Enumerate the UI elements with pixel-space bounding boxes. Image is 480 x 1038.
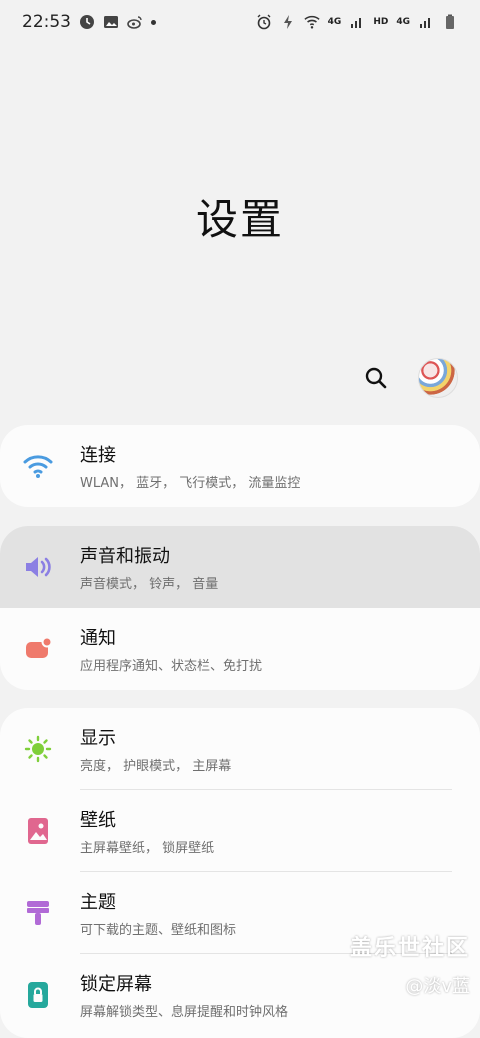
search-icon bbox=[365, 367, 387, 389]
settings-item-connections[interactable]: 连接 WLAN， 蓝牙， 飞行模式， 流量监控 bbox=[0, 425, 480, 507]
status-bar: 22:53 4G HD 4G bbox=[0, 0, 480, 44]
settings-item-subtitle: 亮度， 护眼模式， 主屏幕 bbox=[80, 759, 232, 774]
search-button[interactable] bbox=[356, 358, 396, 398]
settings-item-title: 壁纸 bbox=[80, 810, 116, 831]
settings-item-subtitle: WLAN， 蓝牙， 飞行模式， 流量监控 bbox=[80, 476, 301, 491]
page-title: 设置 bbox=[195, 195, 284, 244]
settings-item-subtitle: 主屏幕壁纸， 锁屏壁纸 bbox=[80, 841, 215, 856]
settings-group-sound-notifications: 声音和振动 声音模式， 铃声， 音量 通知 应用程序通知、状态栏、免打扰 bbox=[0, 526, 480, 690]
network-type-label-2: 4G bbox=[396, 17, 410, 27]
signal-icon-2 bbox=[418, 14, 434, 30]
settings-item-subtitle: 声音模式， 铃声， 音量 bbox=[80, 577, 219, 592]
status-bar-right: 4G HD 4G bbox=[256, 14, 458, 30]
settings-item-subtitle: 可下载的主题、壁纸和图标 bbox=[80, 923, 237, 938]
watermark-user: @淡v蓝 bbox=[405, 976, 470, 997]
settings-item-display[interactable]: 显示 亮度， 护眼模式， 主屏幕 bbox=[0, 708, 480, 790]
avatar[interactable] bbox=[418, 358, 458, 398]
theme-brush-icon bbox=[22, 897, 54, 929]
header-tools bbox=[356, 358, 458, 398]
settings-item-title: 连接 bbox=[80, 445, 116, 466]
settings-item-title: 声音和振动 bbox=[80, 546, 170, 567]
watermark-brand: 盖乐世社区 bbox=[349, 936, 470, 961]
settings-item-subtitle: 应用程序通知、状态栏、免打扰 bbox=[80, 659, 263, 674]
settings-item-notifications[interactable]: 通知 应用程序通知、状态栏、免打扰 bbox=[0, 608, 480, 690]
network-type-label: 4G bbox=[327, 17, 342, 27]
sun-icon bbox=[22, 733, 54, 765]
signal-icon bbox=[349, 14, 365, 30]
settings-item-sound[interactable]: 声音和振动 声音模式， 铃声， 音量 bbox=[0, 526, 480, 608]
wallpaper-icon bbox=[22, 815, 54, 847]
dot-icon bbox=[151, 19, 156, 25]
alarm-icon bbox=[256, 14, 272, 30]
status-time: 22:53 bbox=[22, 12, 71, 32]
nfc-icon bbox=[280, 14, 296, 30]
settings-item-title: 主题 bbox=[80, 892, 116, 913]
volume-icon bbox=[22, 551, 54, 583]
settings-item-wallpaper[interactable]: 壁纸 主屏幕壁纸， 锁屏壁纸 bbox=[0, 790, 480, 872]
gallery-icon bbox=[103, 14, 119, 30]
battery-icon bbox=[442, 14, 458, 30]
wifi-icon bbox=[304, 14, 320, 30]
weibo-icon bbox=[127, 14, 143, 30]
hd-label: HD bbox=[373, 17, 389, 27]
clock-badge-icon bbox=[79, 14, 95, 30]
settings-item-title: 锁定屏幕 bbox=[80, 974, 152, 995]
settings-item-title: 显示 bbox=[80, 728, 116, 749]
settings-item-subtitle: 屏幕解锁类型、息屏提醒和时钟风格 bbox=[80, 1005, 289, 1020]
notification-icon bbox=[22, 633, 54, 665]
watermark: 盖乐世社区 @淡v蓝 bbox=[350, 930, 470, 998]
wifi-icon bbox=[22, 450, 54, 482]
settings-item-title: 通知 bbox=[80, 628, 116, 649]
settings-group-connections: 连接 WLAN， 蓝牙， 飞行模式， 流量监控 bbox=[0, 425, 480, 507]
lock-icon bbox=[22, 979, 54, 1011]
status-bar-left: 22:53 bbox=[22, 12, 156, 32]
